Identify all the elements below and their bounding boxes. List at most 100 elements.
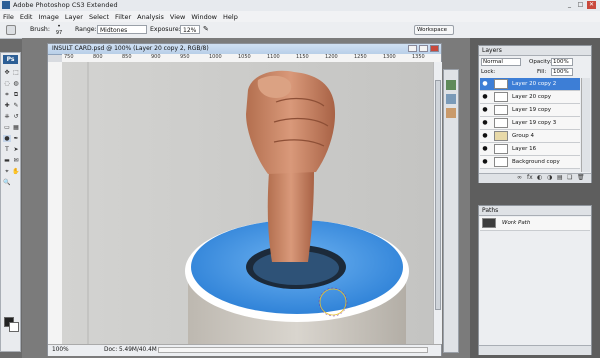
new-layer-icon[interactable]: ❏ — [567, 174, 572, 181]
vertical-ruler — [48, 62, 63, 344]
layers-tab[interactable]: Layers — [482, 47, 502, 54]
marquee-tool-icon[interactable]: ⬚ — [12, 69, 20, 76]
doc-maximize-button[interactable] — [419, 45, 428, 52]
maximize-button[interactable]: □ — [576, 1, 585, 9]
menu-select[interactable]: Select — [86, 13, 112, 21]
folder-icon[interactable]: ▤ — [557, 174, 563, 181]
scroll-thumb[interactable] — [435, 80, 441, 310]
minimize-button[interactable]: _ — [565, 1, 574, 9]
visibility-eye-icon[interactable]: ● — [481, 145, 489, 153]
visibility-eye-icon[interactable]: ● — [481, 119, 489, 127]
navigator-icon[interactable] — [446, 80, 456, 90]
history-brush-tool-icon[interactable]: ↺ — [12, 113, 20, 120]
opacity-label: Opacity: — [529, 59, 552, 65]
vertical-scrollbar[interactable] — [433, 62, 442, 344]
image-canvas[interactable] — [62, 62, 433, 344]
visibility-eye-icon[interactable]: ● — [481, 132, 489, 140]
lasso-tool-icon[interactable]: ◌ — [3, 80, 11, 87]
type-tool-icon[interactable]: T — [3, 146, 11, 153]
layer-row[interactable]: ● Layer 20 copy — [480, 91, 580, 104]
menu-analysis[interactable]: Analysis — [134, 13, 167, 21]
layer-row[interactable]: ● Group 4 — [480, 130, 580, 143]
menu-view[interactable]: View — [167, 13, 188, 21]
layer-thumbnail — [494, 79, 508, 89]
layer-row[interactable]: ● Layer 19 copy — [480, 104, 580, 117]
adjustment-icon[interactable]: ◑ — [547, 174, 552, 181]
paths-footer — [479, 345, 591, 355]
layer-name: Layer 19 copy — [512, 107, 551, 113]
doc-minimize-button[interactable] — [408, 45, 417, 52]
layer-name: Layer 19 copy 3 — [512, 120, 557, 126]
zoom-tool-icon[interactable]: 🔍 — [3, 179, 11, 186]
menu-layer[interactable]: Layer — [62, 13, 86, 21]
shape-tool-icon[interactable]: ▬ — [3, 157, 11, 164]
menu-image[interactable]: Image — [35, 13, 61, 21]
brush-picker[interactable]: • 97 — [52, 23, 66, 36]
range-select[interactable]: Midtones — [97, 25, 147, 34]
layer-row[interactable]: ● Background copy — [480, 156, 580, 169]
visibility-eye-icon[interactable]: ● — [481, 158, 489, 166]
eraser-tool-icon[interactable]: ▭ — [3, 124, 11, 131]
trash-icon[interactable]: 🗑 — [577, 174, 585, 181]
background-color-swatch[interactable] — [9, 322, 19, 332]
healing-tool-icon[interactable]: ✚ — [3, 102, 11, 109]
fill-input[interactable]: 100% — [551, 68, 573, 76]
info-icon[interactable] — [446, 108, 456, 118]
crop-tool-icon[interactable]: ⌗ — [3, 91, 11, 98]
path-item[interactable]: Work Path — [480, 217, 590, 231]
layer-thumbnail — [494, 144, 508, 154]
visibility-eye-icon[interactable]: ● — [481, 80, 489, 88]
hand-tool-icon[interactable]: ✋ — [12, 168, 20, 175]
path-name: Work Path — [502, 220, 531, 226]
dodge-tool-icon[interactable]: ● — [3, 135, 11, 142]
notes-tool-icon[interactable]: ✉ — [12, 157, 20, 164]
layer-row[interactable]: ● Layer 20 copy 2 — [480, 78, 580, 91]
ruler-tick-label: 1200 — [325, 54, 338, 60]
opacity-input[interactable]: 100% — [551, 58, 573, 66]
path-thumbnail — [482, 218, 496, 228]
histogram-icon[interactable] — [446, 94, 456, 104]
brush-tool-icon[interactable]: ✎ — [12, 102, 20, 109]
ruler-tick-label: 750 — [64, 54, 74, 60]
close-button[interactable]: ✕ — [587, 1, 596, 9]
exposure-input[interactable]: 12% — [180, 25, 200, 34]
slice-tool-icon[interactable]: ⧉ — [12, 91, 20, 98]
tool-preset-button[interactable] — [6, 25, 16, 35]
pen-tool-icon[interactable]: ✒ — [12, 135, 20, 142]
mask-icon[interactable]: ◐ — [537, 174, 542, 181]
quick-select-tool-icon[interactable]: ◍ — [12, 80, 20, 87]
document-status-bar: 100% Doc: 5.49M/40.4M — [48, 344, 441, 356]
move-tool-icon[interactable]: ✥ — [3, 69, 11, 76]
zoom-level[interactable]: 100% — [52, 347, 69, 353]
menu-help[interactable]: Help — [220, 13, 241, 21]
menu-edit[interactable]: Edit — [17, 13, 36, 21]
fx-icon[interactable]: fx — [527, 174, 533, 181]
paths-tab-bar: Paths — [479, 206, 591, 216]
visibility-eye-icon[interactable]: ● — [481, 93, 489, 101]
path-select-tool-icon[interactable]: ➤ — [12, 146, 20, 153]
menu-window[interactable]: Window — [188, 13, 220, 21]
layer-row[interactable]: ● Layer 16 — [480, 143, 580, 156]
layer-list: ● Layer 20 copy 2 ● Layer 20 copy ● Layer 19 … — [479, 78, 581, 172]
doc-size: Doc: 5.49M/40.4M — [104, 347, 157, 353]
gradient-tool-icon[interactable]: ▦ — [12, 124, 20, 131]
doc-close-button[interactable] — [430, 45, 439, 52]
layer-row[interactable]: ● Layer 19 copy 3 — [480, 117, 580, 130]
link-icon[interactable]: ∞ — [517, 174, 522, 181]
clone-stamp-tool-icon[interactable]: ⎈ — [3, 113, 11, 120]
horizontal-scrollbar[interactable] — [158, 347, 428, 353]
layer-name: Layer 20 copy — [512, 94, 551, 100]
visibility-eye-icon[interactable]: ● — [481, 106, 489, 114]
layers-panel: Layers Normal Opacity: 100% Lock: Fill: … — [478, 45, 592, 183]
blend-mode-select[interactable]: Normal — [481, 58, 521, 66]
layers-scrollbar[interactable] — [581, 78, 590, 172]
workspace-button[interactable]: Workspace — [414, 25, 454, 35]
layer-thumbnail — [494, 92, 508, 102]
paths-tab[interactable]: Paths — [482, 207, 498, 214]
eyedropper-tool-icon[interactable]: ⌖ — [3, 168, 11, 175]
layer-name: Layer 20 copy 2 — [512, 81, 557, 87]
menu-filter[interactable]: Filter — [112, 13, 134, 21]
airbrush-icon[interactable]: ✎ — [203, 25, 209, 33]
menu-file[interactable]: File — [0, 13, 17, 21]
layer-thumbnail — [494, 105, 508, 115]
